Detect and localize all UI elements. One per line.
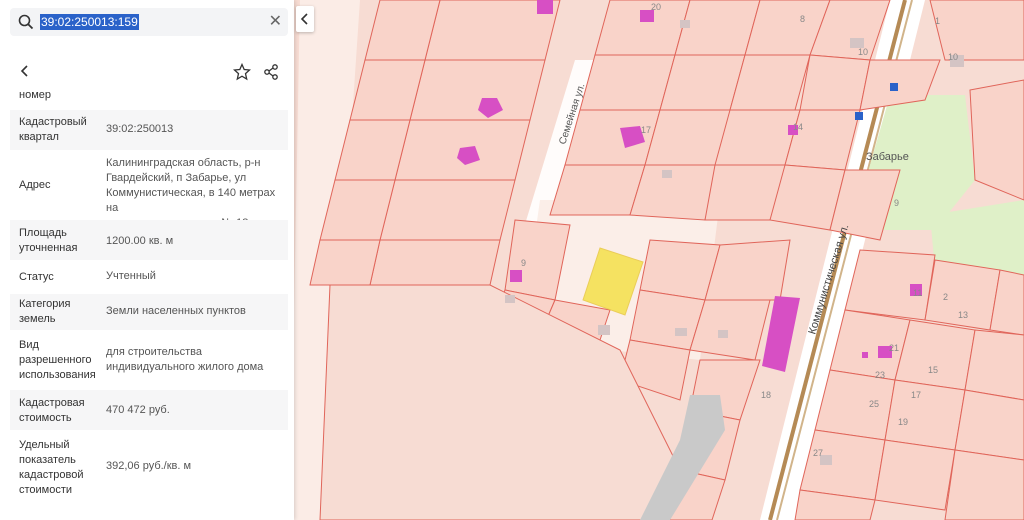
field-value[interactable]: 39:02:250013 (106, 122, 286, 137)
house-number: 1 (935, 16, 940, 26)
row-status: Статус Учтенный (10, 262, 288, 292)
field-value: Учтенный (106, 270, 156, 282)
row-cost: Кадастровая стоимость 470 472 руб. (10, 390, 288, 430)
house-number: 13 (958, 310, 968, 320)
field-value: 470 472 руб. (106, 404, 170, 416)
house-number: 10 (948, 52, 958, 62)
search-input[interactable]: 39:02:250013:159 (40, 14, 139, 30)
field-label: Категория земель (19, 298, 71, 325)
field-label: Удельный показатель кадастровой стоимости (19, 439, 84, 496)
bus-stop-icon[interactable] (890, 83, 898, 91)
field-value: для строительства индивидуального жилого … (106, 346, 264, 373)
house-number: 18 (761, 390, 771, 400)
house-number: 17 (911, 390, 921, 400)
house-number: 23 (875, 370, 885, 380)
house-number: 11 (913, 288, 922, 298)
field-label: Кадастровая стоимость (19, 397, 85, 424)
field-label: Вид разрешенного использования (19, 339, 96, 381)
star-icon[interactable] (233, 63, 251, 81)
house-number: 19 (898, 417, 908, 427)
bus-stop-icon[interactable] (855, 112, 863, 120)
chevron-left-icon (300, 13, 308, 25)
house-number: 14 (793, 122, 803, 132)
share-icon[interactable] (262, 63, 280, 81)
field-value: Земли населенных пунктов (106, 305, 246, 317)
house-number: 9 (521, 258, 526, 268)
row-kvartal: Кадастровый квартал 39:02:250013 (10, 110, 288, 150)
house-number: 27 (813, 448, 823, 458)
row-area: Площадь уточненная 1200.00 кв. м (10, 220, 288, 260)
row-use: Вид разрешенного использования для строите… (10, 332, 288, 388)
place-label: Забарье (866, 151, 909, 163)
panel-toolbar (10, 58, 288, 86)
back-button[interactable] (16, 62, 34, 80)
field-label: номер (19, 89, 51, 101)
house-number: 17 (641, 125, 651, 135)
collapse-panel-button[interactable] (296, 6, 314, 32)
field-label: Площадь уточненная (19, 227, 78, 254)
row-address: Адрес Калининградская область, р-н Гварде… (10, 152, 288, 229)
house-number: 8 (800, 14, 805, 24)
field-label: Статус (19, 271, 54, 283)
parcel-info-list: номер Кадастровый квартал 39:02:250013 Ад… (10, 86, 288, 510)
search-bar[interactable]: 39:02:250013:159 ✕ (10, 8, 288, 36)
close-icon[interactable]: ✕ (269, 11, 282, 31)
house-number: 25 (869, 399, 879, 409)
house-number: 21 (889, 343, 899, 353)
house-number: 20 (651, 2, 661, 12)
house-number: 2 (943, 292, 948, 302)
house-number: 9 (894, 198, 899, 208)
field-value: 392,06 руб./кв. м (106, 460, 192, 472)
house-number: 10 (858, 47, 868, 57)
field-label: Кадастровый квартал (19, 116, 87, 143)
search-icon[interactable] (17, 13, 35, 31)
row-specific-cost: Удельный показатель кадастровой стоимости 3… (10, 432, 288, 502)
field-label: Адрес (19, 179, 51, 191)
row-nomer: номер (10, 86, 288, 108)
field-value: 1200.00 кв. м (106, 235, 174, 247)
info-panel: 39:02:250013:159 ✕ номер Кадастровый квар… (0, 0, 294, 520)
house-number: 15 (928, 365, 938, 375)
row-category: Категория земель Земли населенных пунктов (10, 294, 288, 330)
